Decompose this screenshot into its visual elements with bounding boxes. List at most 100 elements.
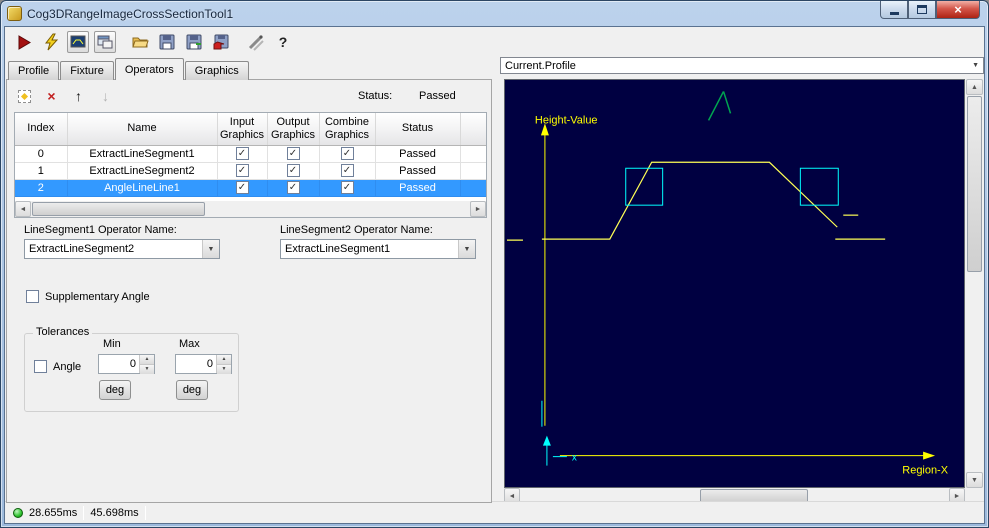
scroll-down-button[interactable]: ▼ [966, 472, 983, 488]
cell-index: 1 [15, 162, 68, 180]
add-operator-icon [18, 89, 31, 103]
angle-checkbox[interactable] [34, 360, 47, 373]
delete-operator-button[interactable]: × [43, 88, 60, 105]
minimize-button[interactable] [880, 1, 908, 19]
scrollbar-thumb[interactable] [32, 202, 205, 216]
tab-operators[interactable]: Operators [114, 58, 184, 80]
spin-down-button[interactable]: ▼ [217, 365, 231, 374]
help-button[interactable]: ? [272, 31, 294, 53]
combo-dropdown-button[interactable]: ▼ [202, 240, 219, 258]
result-display-icon [70, 35, 86, 48]
scroll-left-button[interactable]: ◄ [15, 201, 31, 217]
y-axis-label: Height-Value [535, 114, 598, 126]
tab-fixture[interactable]: Fixture [60, 61, 114, 80]
x-axis-arrow [923, 451, 936, 460]
angle-max-value[interactable]: 0 [176, 355, 216, 373]
col-name[interactable]: Name [67, 113, 218, 146]
close-button[interactable]: × [936, 1, 980, 19]
input-graphics-checkbox[interactable]: ✓ [235, 164, 249, 177]
move-down-button[interactable]: ↓ [97, 88, 114, 105]
angle-marker-line [707, 91, 725, 121]
combine-graphics-checkbox[interactable]: ✓ [340, 147, 354, 160]
import-state-button[interactable] [210, 31, 232, 53]
spin-up-button[interactable]: ▲ [140, 355, 154, 365]
grid-hscrollbar[interactable]: ◄ ► [15, 201, 486, 217]
cell-index: 0 [15, 145, 68, 163]
chevron-down-icon: ▼ [972, 62, 979, 69]
input-graphics-checkbox[interactable]: ✓ [235, 181, 249, 194]
add-operator-button[interactable] [16, 88, 33, 105]
combo-dropdown-button[interactable]: ▼ [458, 240, 475, 258]
tool-display-icon [97, 35, 113, 49]
spin-up-button[interactable]: ▲ [217, 355, 231, 365]
save-results-button[interactable] [183, 31, 205, 53]
status-value: Passed [419, 90, 456, 102]
linesegment1-combo[interactable]: ExtractLineSegment2 ▼ [24, 239, 220, 259]
cell-index: 2 [15, 179, 68, 197]
maximize-icon [917, 5, 927, 14]
linesegment2-combo[interactable]: ExtractLineSegment1 ▼ [280, 239, 476, 259]
cell-status: Passed [375, 179, 461, 197]
tab-strip: Profile Fixture Operators Graphics [8, 58, 250, 80]
table-row[interactable]: 2 AngleLineLine1 ✓ ✓ ✓ Passed [15, 179, 486, 197]
open-folder-icon [132, 37, 149, 48]
col-output-graphics[interactable]: Output Graphics [267, 113, 320, 146]
tolerances-title: Tolerances [33, 326, 93, 338]
cell-name: AngleLineLine1 [67, 179, 218, 197]
scroll-up-button[interactable]: ▲ [966, 79, 983, 95]
caliper-button[interactable] [245, 31, 267, 53]
max-label: Max [179, 338, 200, 350]
run-button[interactable] [13, 31, 35, 53]
max-unit-button[interactable]: deg [176, 380, 208, 400]
display-vscrollbar[interactable]: ▲ ▼ [966, 79, 983, 488]
scrollbar-thumb[interactable] [967, 96, 982, 272]
supplementary-angle-checkbox[interactable] [26, 290, 39, 303]
display-source-combo[interactable]: Current.Profile ▼ [500, 57, 984, 74]
col-combine-graphics[interactable]: Combine Graphics [319, 113, 376, 146]
floppy-icon [159, 34, 175, 50]
minimize-icon [889, 11, 899, 15]
save-button[interactable] [156, 31, 178, 53]
operators-table[interactable]: Index Name Input Graphics Output Graphic… [15, 113, 486, 197]
show-tool-display-button[interactable] [94, 31, 116, 53]
col-input-graphics[interactable]: Input Graphics [217, 113, 268, 146]
scroll-right-button[interactable]: ► [470, 201, 486, 217]
floppy-import-icon [213, 34, 229, 50]
output-graphics-checkbox[interactable]: ✓ [286, 164, 300, 177]
combine-graphics-checkbox[interactable]: ✓ [340, 181, 354, 194]
splitter[interactable] [493, 79, 499, 503]
spin-down-button[interactable]: ▼ [140, 365, 154, 374]
run-continuous-button[interactable] [40, 31, 62, 53]
tab-profile[interactable]: Profile [8, 61, 60, 80]
title-bar[interactable]: Cog3DRangeImageCrossSectionTool1 × [1, 1, 988, 26]
output-graphics-checkbox[interactable]: ✓ [286, 147, 300, 160]
min-unit-button[interactable]: deg [99, 380, 131, 400]
move-up-button[interactable]: ↑ [70, 88, 87, 105]
total-time: 45.698ms [90, 506, 139, 519]
chevron-down-icon: ▼ [463, 245, 471, 253]
angle-marker-line [722, 91, 732, 114]
col-status[interactable]: Status [375, 113, 461, 146]
profile-display[interactable]: Height-Value Region-X x [504, 79, 965, 488]
angle-tolerance-row: Angle [34, 360, 81, 373]
operators-toolbar: × ↑ ↓ [16, 86, 114, 106]
show-result-display-button[interactable] [67, 31, 89, 53]
tab-graphics[interactable]: Graphics [184, 61, 249, 80]
angle-max-spinner[interactable]: 0 ▲ ▼ [175, 354, 232, 374]
table-row[interactable]: 0 ExtractLineSegment1 ✓ ✓ ✓ Passed [15, 145, 486, 163]
input-graphics-checkbox[interactable]: ✓ [235, 147, 249, 160]
linesegment1-value: ExtractLineSegment2 [29, 243, 135, 255]
angle-min-spinner[interactable]: 0 ▲ ▼ [98, 354, 155, 374]
col-index[interactable]: Index [15, 113, 68, 146]
combine-graphics-checkbox[interactable]: ✓ [340, 164, 354, 177]
tolerances-group: Tolerances Min Max Angle 0 ▲ ▼ 0 ▲ ▼ deg… [24, 326, 239, 412]
run-icon [18, 35, 31, 50]
origin-x-label: x [572, 453, 577, 464]
table-row[interactable]: 1 ExtractLineSegment2 ✓ ✓ ✓ Passed [15, 162, 486, 180]
angle-min-value[interactable]: 0 [99, 355, 139, 373]
header-row: Index Name Input Graphics Output Graphic… [15, 113, 486, 146]
operators-grid: Index Name Input Graphics Output Graphic… [14, 112, 487, 218]
maximize-button[interactable] [908, 1, 936, 19]
output-graphics-checkbox[interactable]: ✓ [286, 181, 300, 194]
open-file-button[interactable] [129, 31, 151, 53]
